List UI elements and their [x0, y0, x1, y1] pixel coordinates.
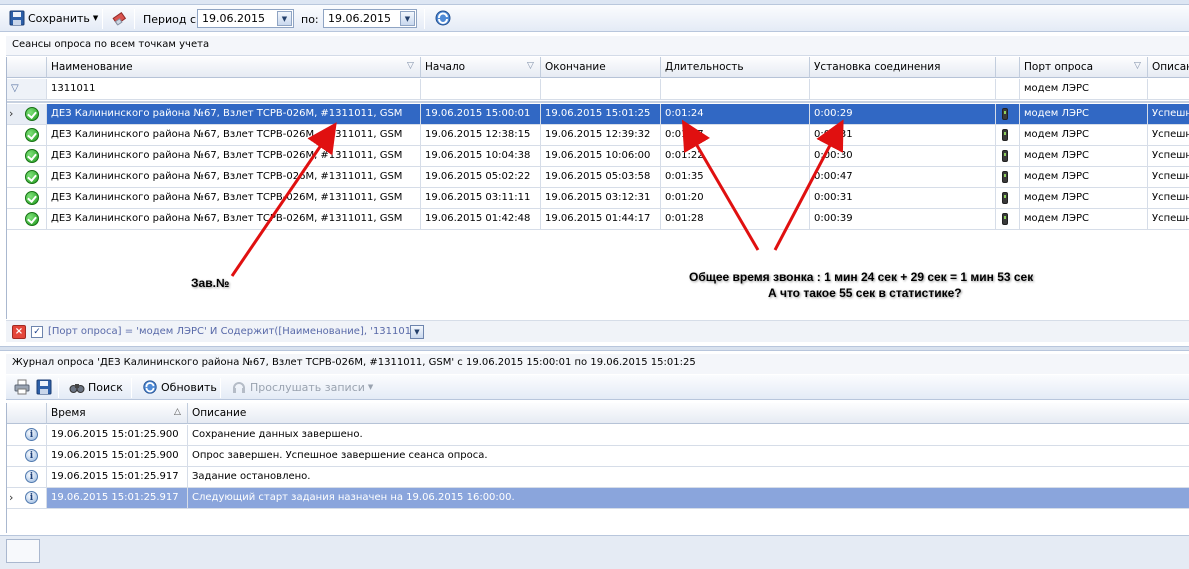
print-button[interactable] [11, 377, 33, 397]
journal-cell-description[interactable]: Опрос завершен. Успешное завершение сеан… [188, 446, 1189, 467]
journal-cell-time[interactable]: 19.06.2015 15:01:25.900 [47, 425, 188, 446]
binoculars-icon [69, 384, 85, 393]
journal-cell-indicator[interactable]: i [7, 446, 47, 467]
info-icon: i [25, 470, 38, 483]
journal-header-indicator [7, 403, 47, 424]
journal-cell-description[interactable]: Следующий старт задания назначен на 19.0… [188, 488, 1189, 509]
journal-title: Журнал опроса 'ДЕЗ Калининского района №… [6, 354, 1189, 374]
status-panel [6, 539, 40, 563]
headset-icon [233, 382, 245, 393]
info-icon: i [25, 491, 38, 504]
journal-time-value: 19.06.2015 15:01:25.917 [51, 471, 179, 482]
journal-description-value: Задание остановлено. [192, 471, 311, 482]
journal-cell-indicator[interactable]: i [7, 467, 47, 488]
annotation-serial-label: Зав.№ [191, 276, 230, 290]
annotation-line2: А что такое 55 сек в статистике? [768, 286, 962, 300]
listen-records-button[interactable]: Прослушать записи ▼ [228, 377, 376, 397]
chevron-down-icon: ▼ [367, 383, 374, 391]
info-icon: i [25, 449, 38, 462]
search-button[interactable]: Поиск [66, 377, 126, 397]
journal-row[interactable]: i 19.06.2015 15:01:25.917 Задание остановл… [7, 467, 1189, 488]
journal-grid: Время △ Описание i 19.06.2015 15:01:25.900… [6, 403, 1189, 533]
journal-toolbar: Поиск Обновить Прослушать записи ▼ [6, 375, 1189, 400]
filter-expression[interactable]: [Порт опроса] = 'модем ЛЭРС' И Содержит(… [48, 326, 424, 337]
journal-cell-indicator[interactable]: › i [7, 488, 47, 509]
journal-cell-time[interactable]: 19.06.2015 15:01:25.917 [47, 467, 188, 488]
journal-description-value: Опрос завершен. Успешное завершение сеан… [192, 450, 488, 461]
panel-splitter[interactable] [0, 346, 1189, 351]
journal-header-description-label: Описание [192, 407, 247, 419]
journal-title-text: Журнал опроса 'ДЕЗ Калининского района №… [12, 357, 696, 368]
filter-mru-dropdown-icon[interactable]: ▼ [410, 325, 424, 339]
info-icon: i [25, 428, 38, 441]
status-bar [0, 535, 1189, 569]
journal-time-value: 19.06.2015 15:01:25.917 [51, 492, 179, 503]
listen-records-label: Прослушать записи [250, 380, 365, 394]
toolbar-separator [220, 378, 221, 398]
journal-cell-indicator[interactable]: i [7, 425, 47, 446]
printer-icon [14, 379, 30, 395]
journal-time-value: 19.06.2015 15:01:25.900 [51, 429, 179, 440]
journal-cell-time[interactable]: 19.06.2015 15:01:25.917 [47, 488, 188, 509]
toolbar-separator [131, 378, 132, 398]
journal-cell-time[interactable]: 19.06.2015 15:01:25.900 [47, 446, 188, 467]
journal-description-value: Следующий старт задания назначен на 19.0… [192, 492, 515, 503]
sort-ascending-icon: △ [174, 407, 181, 417]
annotation-arrow-duration [681, 119, 760, 251]
journal-row[interactable]: › i 19.06.2015 15:01:25.917 Следующий старт… [7, 488, 1189, 509]
filter-enabled-checkbox[interactable]: ✓ [31, 326, 43, 338]
current-row-indicator-icon: › [9, 491, 14, 504]
search-button-label: Поиск [88, 380, 123, 394]
journal-header-description[interactable]: Описание [188, 403, 1189, 424]
journal-row[interactable]: i 19.06.2015 15:01:25.900 Опрос завершен. … [7, 446, 1189, 467]
journal-header-time[interactable]: Время △ [47, 403, 188, 424]
journal-cell-description[interactable]: Задание остановлено. [188, 467, 1189, 488]
annotation-arrow-serial [230, 122, 337, 277]
journal-time-value: 19.06.2015 15:01:25.900 [51, 450, 179, 461]
save-journal-button[interactable] [33, 377, 55, 397]
journal-description-value: Сохранение данных завершено. [192, 429, 363, 440]
annotation-arrow-connect [773, 119, 844, 251]
journal-row[interactable]: i 19.06.2015 15:01:25.900 Сохранение данны… [7, 425, 1189, 446]
journal-refresh-button[interactable]: Обновить [139, 377, 220, 397]
refresh-button-label: Обновить [161, 380, 217, 394]
journal-header-row: Время △ Описание [7, 403, 1189, 424]
filter-panel: × ✓ [Порт опроса] = 'модем ЛЭРС' И Содер… [6, 320, 1189, 342]
annotation-line1: Общее время звонка : 1 мин 24 сек + 29 с… [689, 270, 1034, 284]
refresh-icon [143, 380, 157, 394]
clear-filter-icon[interactable]: × [12, 325, 26, 339]
journal-cell-description[interactable]: Сохранение данных завершено. [188, 425, 1189, 446]
floppy-icon [36, 379, 52, 395]
journal-header-time-label: Время [51, 407, 86, 419]
toolbar-separator [58, 378, 59, 398]
